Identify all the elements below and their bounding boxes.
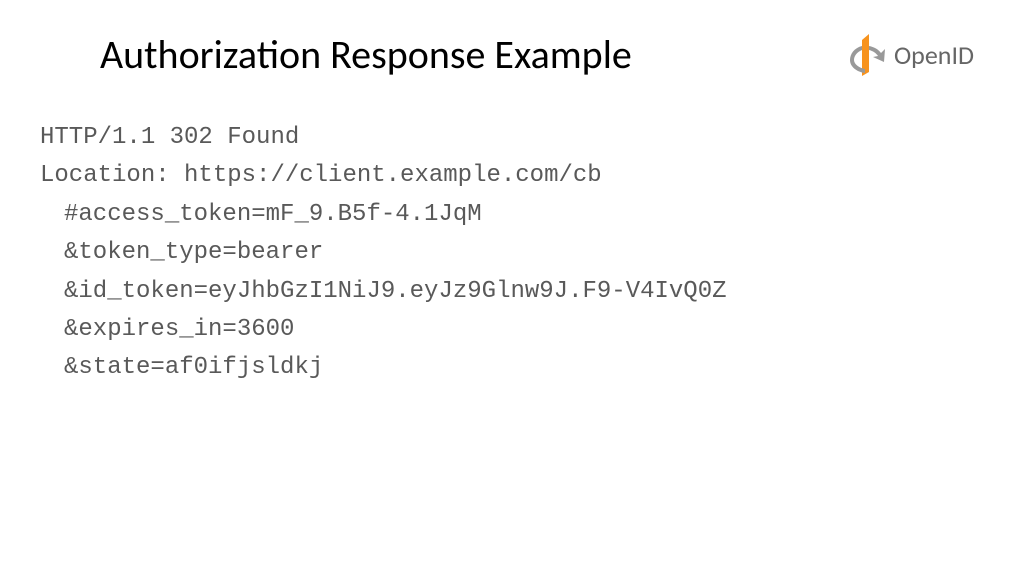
header: Authorization Response Example OpenID bbox=[0, 0, 1024, 99]
code-line-3: #access_token=mF_9.B5f-4.1JqM bbox=[40, 196, 964, 234]
code-line-6: &expires_in=3600 bbox=[40, 311, 964, 349]
code-line-1: HTTP/1.1 302 Found bbox=[40, 119, 964, 157]
openid-logo-text: OpenID bbox=[894, 39, 974, 71]
page-title: Authorization Response Example bbox=[100, 30, 632, 79]
code-line-4: &token_type=bearer bbox=[40, 234, 964, 272]
openid-logo: OpenID bbox=[848, 34, 974, 76]
code-line-5: &id_token=eyJhbGzI1NiJ9.eyJz9Glnw9J.F9-V… bbox=[40, 273, 964, 311]
openid-icon bbox=[848, 34, 886, 76]
code-block: HTTP/1.1 302 Found Location: https://cli… bbox=[0, 99, 1024, 388]
code-line-7: &state=af0ifjsldkj bbox=[40, 349, 964, 387]
code-line-2: Location: https://client.example.com/cb bbox=[40, 157, 964, 195]
